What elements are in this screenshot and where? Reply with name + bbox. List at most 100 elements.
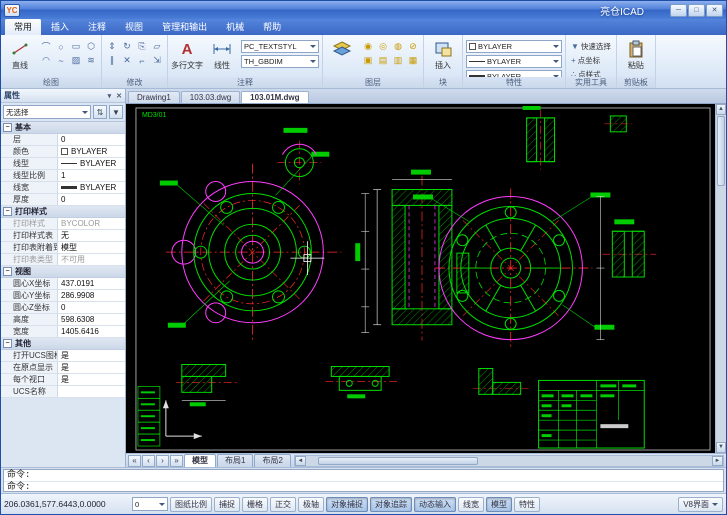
prev-tab-button[interactable]: ‹ bbox=[142, 454, 155, 467]
section-general[interactable]: − 基本 bbox=[1, 122, 125, 134]
command-input-line[interactable]: 命令: bbox=[4, 482, 723, 493]
drawing-canvas[interactable]: MD3/01 bbox=[126, 104, 715, 453]
polar-toggle[interactable]: 极轴 bbox=[298, 496, 324, 512]
dim-style-combo[interactable]: TH_GBDIM bbox=[241, 55, 319, 68]
layer-off-icon[interactable]: ◎ bbox=[376, 40, 390, 53]
tab-home[interactable]: 常用 bbox=[5, 19, 42, 35]
horizontal-scroll-thumb[interactable] bbox=[317, 456, 478, 465]
model-toggle[interactable]: 模型 bbox=[486, 496, 512, 512]
model-tab[interactable]: 模型 bbox=[184, 454, 216, 467]
layout1-tab[interactable]: 布局1 bbox=[217, 454, 254, 467]
snap-toggle[interactable]: 捕捉 bbox=[214, 496, 240, 512]
cad-drawing[interactable]: MD3/01 bbox=[126, 104, 715, 453]
vertical-scroll-track[interactable] bbox=[716, 187, 726, 442]
layer-freeze-icon[interactable]: ◍ bbox=[391, 40, 405, 53]
scroll-up-icon[interactable]: ▲ bbox=[716, 104, 726, 115]
osnap-toggle[interactable]: 对象捕捉 bbox=[326, 496, 368, 512]
tab-view[interactable]: 视图 bbox=[116, 19, 152, 35]
quick-select-icon-button[interactable]: ▼ bbox=[109, 105, 123, 119]
utilities-panel-label[interactable]: 实用工具 bbox=[566, 77, 616, 88]
otrack-toggle[interactable]: 对象追踪 bbox=[370, 496, 412, 512]
insert-block-button[interactable]: 插入 bbox=[427, 37, 459, 71]
properties-palette-header[interactable]: 属性 ▾ ✕ bbox=[1, 89, 125, 103]
next-tab-button[interactable]: › bbox=[156, 454, 169, 467]
close-button[interactable]: ✕ bbox=[706, 3, 723, 17]
toggle-pickadd-button[interactable]: ⇅ bbox=[93, 105, 107, 119]
collapse-icon[interactable]: − bbox=[3, 123, 12, 132]
ortho-toggle[interactable]: 正交 bbox=[270, 496, 296, 512]
vertical-scrollbar[interactable]: ▲ ▼ bbox=[715, 104, 726, 453]
rotate-tool-icon[interactable]: ↻ bbox=[120, 40, 134, 53]
layer-properties-button[interactable] bbox=[326, 37, 358, 59]
object-color-combo[interactable]: BYLAYER bbox=[466, 40, 562, 53]
object-linetype-combo[interactable]: BYLAYER bbox=[466, 55, 562, 68]
paper-scale-button[interactable]: 图纸比例 bbox=[170, 496, 212, 512]
quick-select-button[interactable]: ▼ 快速选择 bbox=[569, 40, 613, 53]
document-tab[interactable]: 103.03.dwg bbox=[180, 91, 241, 103]
properties-toggle[interactable]: 特性 bbox=[514, 496, 540, 512]
move-tool-icon[interactable]: ⇕ bbox=[105, 40, 119, 53]
trim-tool-icon[interactable]: ⌐ bbox=[135, 54, 149, 67]
annotate-panel-label[interactable]: 注释 bbox=[168, 77, 322, 88]
rectangle-tool-icon[interactable]: ▭ bbox=[69, 40, 83, 53]
layer-match-icon[interactable]: ▤ bbox=[376, 54, 390, 67]
lineweight-toggle[interactable]: 线宽 bbox=[458, 496, 484, 512]
tab-help[interactable]: 帮助 bbox=[254, 19, 290, 35]
point-coordinate-button[interactable]: + 点坐标 bbox=[569, 54, 613, 67]
spline-tool-icon[interactable]: ~ bbox=[54, 54, 68, 67]
first-tab-button[interactable]: « bbox=[128, 454, 141, 467]
ellipse-tool-icon[interactable]: ◠ bbox=[39, 54, 53, 67]
layout2-tab[interactable]: 布局2 bbox=[254, 454, 291, 467]
tab-insert[interactable]: 插入 bbox=[42, 19, 78, 35]
vertical-scroll-thumb[interactable] bbox=[717, 116, 725, 186]
selection-combo[interactable]: 无选择 bbox=[3, 105, 91, 119]
title-bar[interactable]: YC 亮仓ICAD ─ □ ✕ bbox=[1, 1, 726, 19]
erase-tool-icon[interactable]: ✕ bbox=[120, 54, 134, 67]
polygon-tool-icon[interactable]: ⬡ bbox=[84, 40, 98, 53]
scale-tool-icon[interactable]: ⇲ bbox=[150, 54, 164, 67]
section-misc[interactable]: − 其他 bbox=[1, 338, 125, 350]
grid-toggle[interactable]: 栅格 bbox=[242, 496, 268, 512]
scroll-left-icon[interactable]: ◄ bbox=[294, 455, 306, 466]
tab-manage-output[interactable]: 管理和输出 bbox=[153, 19, 216, 35]
minimize-button[interactable]: ─ bbox=[670, 3, 687, 17]
scroll-right-icon[interactable]: ► bbox=[712, 455, 723, 466]
collapse-icon[interactable]: − bbox=[3, 207, 12, 216]
section-view[interactable]: − 视图 bbox=[1, 266, 125, 278]
polyline-tool-icon[interactable]: ≋ bbox=[84, 54, 98, 67]
palette-menu-icon[interactable]: ▾ bbox=[108, 92, 112, 100]
tab-mechanical[interactable]: 机械 bbox=[217, 19, 253, 35]
modify-panel-label[interactable]: 修改 bbox=[102, 77, 167, 88]
copy-tool-icon[interactable]: ⎘ bbox=[135, 40, 149, 53]
command-box[interactable]: 命令: 命令: bbox=[3, 469, 724, 492]
layer-prev-icon[interactable]: ▥ bbox=[391, 54, 405, 67]
scale-combo[interactable]: 0 bbox=[132, 497, 168, 511]
offset-tool-icon[interactable]: ∥ bbox=[105, 54, 119, 67]
section-plot-style[interactable]: − 打印样式 bbox=[1, 206, 125, 218]
collapse-icon[interactable]: − bbox=[3, 339, 12, 348]
maximize-button[interactable]: □ bbox=[688, 3, 705, 17]
layer-isolate-icon[interactable]: ▣ bbox=[361, 54, 375, 67]
arc-tool-icon[interactable]: ⌒ bbox=[39, 40, 53, 53]
linear-dimension-button[interactable]: 线性 bbox=[206, 37, 238, 71]
horizontal-scrollbar[interactable]: ◄ ► bbox=[293, 454, 724, 467]
layer-on-icon[interactable]: ◉ bbox=[361, 40, 375, 53]
layer-panel-label[interactable]: 图层 bbox=[323, 77, 423, 88]
mirror-tool-icon[interactable]: ▱ bbox=[150, 40, 164, 53]
text-style-combo[interactable]: PC_TEXTSTYL bbox=[241, 40, 319, 53]
layer-lock-icon[interactable]: ⊘ bbox=[406, 40, 420, 53]
tab-annotate[interactable]: 注释 bbox=[79, 19, 115, 35]
hatch-tool-icon[interactable]: ▨ bbox=[69, 54, 83, 67]
draw-panel-label[interactable]: 绘图 bbox=[1, 77, 101, 88]
ui-mode-selector[interactable]: V8界面 bbox=[678, 496, 723, 512]
layer-state-icon[interactable]: ▦ bbox=[406, 54, 420, 67]
block-panel-label[interactable]: 块 bbox=[424, 77, 462, 88]
scroll-down-icon[interactable]: ▼ bbox=[716, 442, 726, 453]
last-tab-button[interactable]: » bbox=[170, 454, 183, 467]
circle-tool-icon[interactable]: ○ bbox=[54, 40, 68, 53]
properties-panel-label[interactable]: 特性 bbox=[463, 77, 565, 88]
document-tab-active[interactable]: 103.01M.dwg bbox=[241, 91, 309, 103]
mtext-button[interactable]: A 多行文字 bbox=[171, 37, 203, 71]
palette-close-icon[interactable]: ✕ bbox=[116, 92, 122, 100]
dynamic-input-toggle[interactable]: 动态输入 bbox=[414, 496, 456, 512]
